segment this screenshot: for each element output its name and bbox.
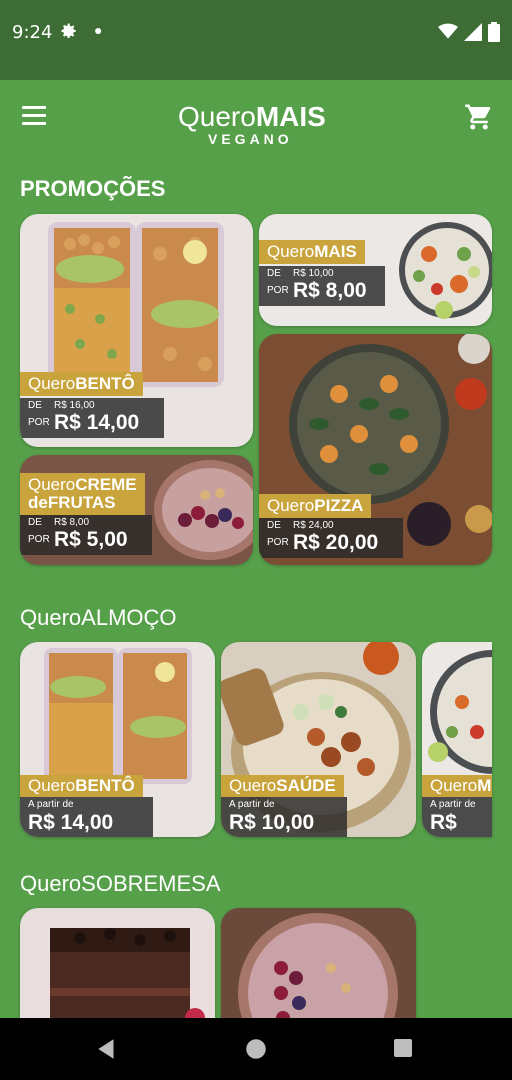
home-button[interactable]	[243, 1036, 269, 1062]
promo-pizza-price: DE R$ 24,00 POR R$ 20,00	[259, 518, 403, 559]
logo-quero: Quero	[178, 101, 256, 132]
almoco-saude-price: A partir de R$ 10,00	[221, 797, 347, 837]
almoco-bento-price: A partir de R$ 14,00	[20, 797, 153, 837]
settings-status-icon	[60, 22, 78, 45]
app-bar: QueroMAIS VEGANO	[0, 80, 512, 160]
back-triangle-icon	[98, 1039, 114, 1059]
back-button[interactable]	[94, 1036, 120, 1062]
promo-creme-name: QueroCREME deFRUTAS	[20, 473, 145, 515]
almoco-card-saude[interactable]: QueroSAÚDE A partir de R$ 10,00	[221, 642, 416, 837]
section-title-sobremesa: QueroSOBREMESA	[20, 871, 221, 896]
cart-icon	[465, 104, 491, 130]
logo-subtitle: VEGANO	[208, 131, 293, 147]
cart-button[interactable]	[464, 102, 494, 132]
hamburger-icon	[22, 106, 46, 109]
recents-square-icon	[394, 1039, 412, 1057]
promo-mais-price: DE R$ 10,00 POR R$ 8,00	[259, 266, 385, 307]
almoco-bento-name: QueroBENTÔ	[20, 775, 143, 797]
home-circle-icon	[246, 1039, 266, 1059]
almoco-mais-price: A partir de R$ 8,0	[422, 797, 492, 837]
promo-bento-name: QueroBENTÔ	[20, 372, 143, 396]
promo-card-bento[interactable]: QueroBENTÔ DE R$ 16,00 POR R$ 14,00	[20, 214, 253, 447]
promo-card-mais[interactable]: QueroMAIS DE R$ 10,00 POR R$ 8,00	[259, 214, 492, 326]
logo-mais: MAIS	[255, 101, 326, 132]
promo-creme-price: DE R$ 8,00 POR R$ 5,00	[20, 515, 152, 556]
signal-icon	[464, 23, 482, 46]
promo-card-creme-frutas[interactable]: QueroCREME deFRUTAS DE R$ 8,00 POR R$ 5,00	[20, 455, 253, 565]
almoco-card-bento[interactable]: QueroBENTÔ A partir de R$ 14,00	[20, 642, 215, 837]
app-logo: QueroMAIS VEGANO	[178, 102, 338, 152]
almoco-card-mais[interactable]: QueroM A partir de R$ 8,0	[422, 642, 492, 837]
battery-icon	[488, 22, 500, 47]
menu-button[interactable]	[22, 106, 50, 130]
system-navigation-bar	[0, 1018, 512, 1080]
almoco-saude-name: QueroSAÚDE	[221, 775, 344, 797]
promo-bento-price: DE R$ 16,00 POR R$ 14,00	[20, 398, 164, 439]
almoco-mais-name: QueroM	[422, 775, 492, 797]
section-title-promocoes: PROMOÇÕES	[20, 176, 166, 201]
recents-button[interactable]	[391, 1036, 417, 1062]
promo-pizza-name: QueroPIZZA	[259, 494, 372, 518]
promo-mais-name: QueroMAIS	[259, 240, 365, 264]
wifi-icon	[438, 23, 458, 46]
promo-card-pizza[interactable]: QueroPIZZA DE R$ 24,00 POR R$ 20,00	[259, 334, 492, 565]
status-bar: 9:24 ●	[0, 0, 512, 80]
section-title-almoco: QueroALMOÇO	[20, 605, 177, 630]
status-time: 9:24	[12, 22, 53, 43]
notification-dot-icon: ●	[94, 22, 103, 38]
